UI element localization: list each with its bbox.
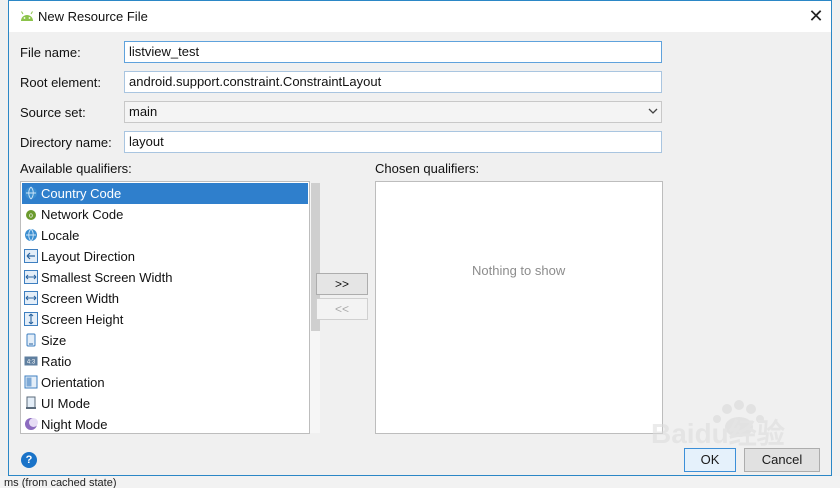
svg-text:o: o [29, 213, 33, 220]
orientation-icon [24, 375, 38, 389]
qualifier-item[interactable]: o Network Code [22, 204, 308, 225]
qualifier-label: Ratio [41, 354, 72, 369]
qualifier-label: Night Mode [41, 417, 108, 432]
ratio-icon: 4:3 [24, 356, 38, 366]
chosen-qualifiers-label: Chosen qualifiers: [375, 161, 480, 176]
watermark-text: Baidu经验 [651, 417, 785, 449]
source-set-value: main [129, 104, 158, 119]
moon-icon [25, 418, 38, 430]
directory-name-input[interactable]: layout [124, 131, 662, 153]
qualifier-item[interactable]: UI Mode [22, 393, 308, 414]
svg-text:4:3: 4:3 [27, 360, 36, 366]
qualifier-label: Locale [41, 228, 80, 243]
qualifier-item[interactable]: Layout Direction [22, 246, 308, 267]
globe-icon [25, 186, 37, 200]
file-name-input[interactable]: listview_test [124, 41, 662, 63]
qualifier-item[interactable]: Country Code [22, 183, 308, 204]
ide-status-strip [0, 476, 840, 488]
qualifier-item[interactable]: Night Mode [22, 414, 308, 435]
qualifier-label: Network Code [41, 207, 124, 222]
baidu-watermark: Baidu经验 [651, 400, 785, 449]
qualifier-item[interactable]: Smallest Screen Width [22, 267, 308, 288]
qualifier-item[interactable]: Orientation [22, 372, 308, 393]
globe-icon [25, 228, 37, 242]
root-element-label: Root element: [20, 75, 101, 90]
remove-qualifier-button[interactable]: << [316, 298, 368, 320]
qualifier-label: Screen Height [41, 312, 124, 327]
android-icon [21, 11, 33, 21]
help-button[interactable]: ? [21, 452, 37, 468]
file-name-label: File name: [20, 45, 81, 60]
qualifier-item[interactable]: Screen Width [22, 288, 308, 309]
size-icon [26, 333, 36, 347]
qualifier-item[interactable]: Size [22, 330, 308, 351]
dialog-title: New Resource File [38, 9, 148, 24]
empty-list-text: Nothing to show [472, 263, 566, 278]
root-element-input[interactable]: android.support.constraint.ConstraintLay… [124, 71, 662, 93]
qualifier-item[interactable]: Screen Height [22, 309, 308, 330]
source-set-select[interactable]: main [124, 101, 662, 123]
ui-mode-icon [26, 396, 36, 409]
qualifier-item[interactable]: 4:3 Ratio [22, 351, 308, 372]
close-button[interactable]: ✕ [801, 1, 831, 32]
width-icon [24, 291, 38, 305]
source-set-label: Source set: [20, 105, 86, 120]
directory-name-label: Directory name: [20, 135, 112, 150]
qualifier-label: Country Code [41, 186, 122, 201]
chevron-down-icon [648, 108, 658, 114]
qualifier-label: Orientation [41, 375, 105, 390]
qualifier-label: Layout Direction [41, 249, 135, 264]
qualifier-item[interactable]: Locale [22, 225, 308, 246]
qualifier-label: Screen Width [41, 291, 120, 306]
direction-icon [24, 249, 38, 263]
qualifier-label: Size [41, 333, 67, 348]
title-bar: New Resource File ✕ [9, 1, 831, 32]
qualifier-label: Smallest Screen Width [41, 270, 173, 285]
qualifier-label: UI Mode [41, 396, 91, 411]
new-resource-file-dialog: New Resource File ✕ File name: listview_… [8, 0, 832, 476]
ide-status-text: ms (from cached state) [4, 477, 117, 488]
height-icon [24, 312, 38, 326]
width-icon [24, 270, 38, 284]
chosen-qualifiers-list[interactable]: Nothing to show [375, 181, 663, 434]
network-icon: o [26, 210, 36, 220]
available-qualifiers-label: Available qualifiers: [20, 161, 132, 176]
available-qualifiers-list[interactable]: Country Code o Network Code Locale Layout Di… [20, 181, 320, 435]
add-qualifier-button[interactable]: >> [316, 273, 368, 295]
